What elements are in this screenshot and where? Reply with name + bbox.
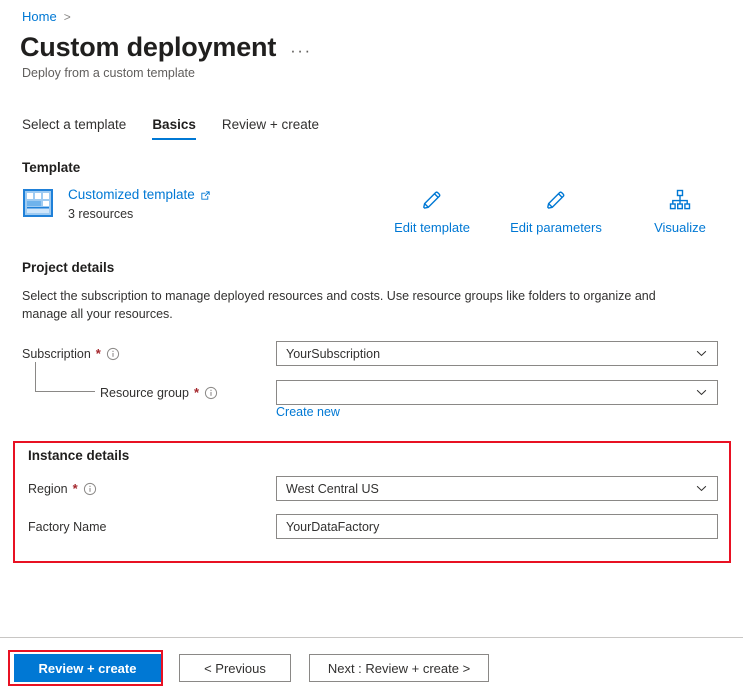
resource-group-tree-connector <box>35 362 95 392</box>
instance-details-heading: Instance details <box>28 448 130 463</box>
factory-name-value: YourDataFactory <box>286 519 380 534</box>
hierarchy-icon <box>668 186 692 214</box>
region-label-text: Region <box>28 481 68 496</box>
edit-parameters-action[interactable]: Edit parameters <box>494 186 618 235</box>
subscription-label: Subscription * <box>22 346 120 361</box>
pencil-icon <box>544 186 568 214</box>
chevron-down-icon <box>695 482 708 495</box>
breadcrumb-separator-icon: > <box>63 9 71 24</box>
resource-group-label-text: Resource group <box>100 385 189 400</box>
template-info: Customized template 3 resources <box>68 186 211 221</box>
chevron-down-icon <box>695 386 708 399</box>
external-link-icon <box>200 189 211 200</box>
factory-name-label: Factory Name <box>28 520 107 534</box>
edit-template-action[interactable]: Edit template <box>370 186 494 235</box>
chevron-down-icon <box>695 347 708 360</box>
resource-group-label: Resource group * <box>100 385 218 400</box>
breadcrumb: Home > <box>22 9 71 24</box>
project-details-description: Select the subscription to manage deploy… <box>22 289 656 321</box>
template-section-heading: Template <box>22 160 81 175</box>
region-dropdown[interactable]: West Central US <box>276 476 718 501</box>
custom-deployment-page: Home > Custom deployment ··· Deploy from… <box>0 0 743 693</box>
region-value: West Central US <box>286 481 379 496</box>
edit-template-label: Edit template <box>394 220 470 235</box>
info-icon[interactable] <box>204 386 218 400</box>
info-icon[interactable] <box>106 347 120 361</box>
breadcrumb-item-home[interactable]: Home <box>22 9 57 24</box>
region-label: Region * <box>28 481 97 496</box>
factory-name-label-text: Factory Name <box>28 520 107 534</box>
create-new-resource-group-link[interactable]: Create new <box>276 405 340 419</box>
wizard-tabs: Select a template Basics Review + create <box>22 117 319 140</box>
more-options-icon[interactable]: ··· <box>290 41 311 61</box>
factory-name-input[interactable]: YourDataFactory <box>276 514 718 539</box>
required-asterisk: * <box>72 481 78 496</box>
visualize-label: Visualize <box>654 220 706 235</box>
template-summary-row: Customized template 3 resources <box>22 186 211 221</box>
required-asterisk: * <box>95 346 101 361</box>
template-grid-icon <box>22 187 54 219</box>
previous-button[interactable]: < Previous <box>179 654 291 682</box>
footer-divider <box>0 637 743 638</box>
subscription-dropdown[interactable]: YourSubscription <box>276 341 718 366</box>
subscription-value: YourSubscription <box>286 346 381 361</box>
customized-template-link[interactable]: Customized template <box>68 187 211 202</box>
tab-review-create[interactable]: Review + create <box>222 117 319 140</box>
info-icon[interactable] <box>83 482 97 496</box>
visualize-action[interactable]: Visualize <box>618 186 742 235</box>
next-review-create-button[interactable]: Next : Review + create > <box>309 654 489 682</box>
template-resource-count: 3 resources <box>68 207 134 221</box>
edit-parameters-label: Edit parameters <box>510 220 602 235</box>
subscription-label-text: Subscription <box>22 346 91 361</box>
pencil-icon <box>420 186 444 214</box>
template-actions: Edit template Edit parameters Visualize <box>370 186 742 235</box>
required-asterisk: * <box>193 385 200 400</box>
footer-actions: Review + create < Previous Next : Review… <box>14 654 489 682</box>
page-title: Custom deployment <box>20 32 277 62</box>
resource-group-dropdown[interactable] <box>276 380 718 405</box>
tab-basics[interactable]: Basics <box>152 117 196 140</box>
customized-template-link-label: Customized template <box>68 187 195 202</box>
tab-select-a-template[interactable]: Select a template <box>22 117 126 140</box>
page-subtitle: Deploy from a custom template <box>22 66 195 80</box>
project-details-heading: Project details <box>22 260 115 275</box>
page-title-row: Custom deployment ··· <box>20 31 312 63</box>
review-create-button[interactable]: Review + create <box>14 654 161 682</box>
